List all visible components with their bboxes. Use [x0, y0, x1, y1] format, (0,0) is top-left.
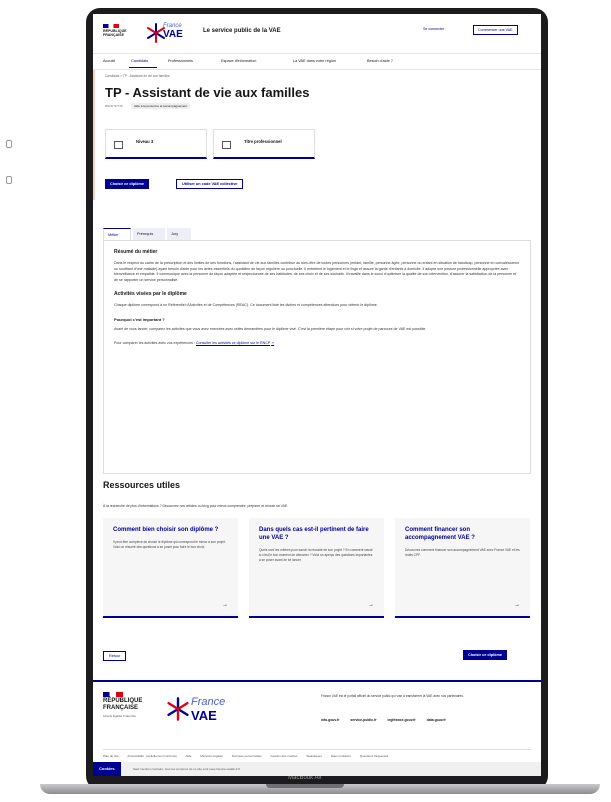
footer-bottom-link[interactable]: Nous contacter: [331, 754, 351, 758]
level-card: Niveau 3: [105, 129, 207, 159]
why-text: Avant de vous lancer, comparez les activ…: [114, 326, 427, 331]
nav-item-help[interactable]: Besoin d'aide ?: [367, 59, 393, 63]
resources-heading: Ressources utiles: [103, 480, 181, 490]
footer-devise: Liberté Égalité Fraternité: [103, 714, 136, 718]
tab-prerequis[interactable]: Prérequis: [133, 228, 165, 240]
marianne-flag-icon: [103, 692, 123, 697]
resource-card-title: Comment bien choisir son diplôme ?: [113, 527, 219, 533]
cookies-button[interactable]: Cookies: [93, 762, 121, 776]
category-tag: Aide à la personne et accompagnement: [131, 103, 191, 109]
tab-metier[interactable]: Métier: [103, 228, 131, 240]
arrow-right-icon: →: [222, 602, 228, 608]
page-title: TP - Assistant de vie aux familles: [105, 85, 310, 100]
footer-bottom-link[interactable]: Gestion des cookies: [270, 754, 297, 758]
nav-item-home[interactable]: Accueil: [103, 59, 115, 63]
rncp-link[interactable]: Consulter les activités ce diplôme sur l…: [196, 341, 270, 345]
summary-heading: Résumé du métier: [114, 249, 158, 255]
compare-text: Pour comparer les activités avec vos exp…: [114, 340, 195, 345]
arrow-right-icon: →: [514, 602, 520, 608]
footer-description: France VAE est le portail officiel du se…: [321, 694, 464, 698]
resource-card-desc: Découvrez comment financer son accompagn…: [405, 548, 520, 557]
footer-logo-vae: VAE: [191, 708, 217, 723]
diploma-type-label: Titre professionnel: [244, 139, 282, 144]
footer-partner-links: info.gouv.fr service-public.fr legifranc…: [321, 718, 456, 722]
diploma-type-card: Titre professionnel: [213, 129, 315, 159]
footer-bottom-links: Plan du site Accessibilité : partielleme…: [103, 749, 531, 758]
tab-panel-metier: Résumé du métier Dans le respect du cadr…: [103, 240, 531, 474]
resource-card-choose[interactable]: Comment bien choisir son diplôme ? Il pe…: [103, 518, 238, 618]
footer-bottom-link[interactable]: Aide: [186, 754, 192, 758]
footer-bottom-link[interactable]: Données personnelles: [232, 754, 262, 758]
nav-item-information[interactable]: Espace d'information: [221, 59, 256, 63]
france-vae-star-icon: [167, 697, 189, 721]
rncp-code: RNCP 37715: [105, 104, 123, 108]
footer-bottom-link[interactable]: Questions fréquentes: [360, 754, 389, 758]
back-button[interactable]: Retour: [103, 651, 127, 661]
footer-bottom-link[interactable]: Plan du site: [103, 754, 119, 758]
cookie-bar: Cookies Sauf mention contraire, tous les…: [93, 762, 541, 776]
nav-active-indicator: [129, 67, 157, 68]
compare-paragraph: Pour comparer les activités avec vos exp…: [114, 341, 520, 347]
level-icon: [114, 141, 123, 149]
footer-bottom-link[interactable]: Accessibilité : partiellement conforme: [127, 754, 177, 758]
resources-section: Ressources utiles À la recherche de plus…: [93, 476, 541, 680]
choose-diploma-button-bottom[interactable]: Choisir ce diplôme: [463, 650, 507, 660]
republique-francaise-logo: RÉPUBLIQUE FRANÇAISE: [103, 29, 127, 37]
level-label: Niveau 3: [136, 139, 154, 144]
arrow-right-icon: →: [368, 602, 374, 608]
footer-logo-france: France: [191, 696, 226, 708]
footer-link-legifrance[interactable]: legifrance.gouv.fr: [388, 718, 416, 722]
nav-item-region[interactable]: La VAE dans votre région: [293, 59, 336, 63]
marianne-flag-icon: [103, 24, 119, 28]
background-edge-icon: [6, 140, 12, 148]
why-heading: Pourquoi c'est important ?: [114, 316, 165, 322]
resource-card-relevance[interactable]: Dans quels cas est-il pertinent de faire…: [249, 518, 384, 618]
license-text: Sauf mention contraire, tous les contenu…: [133, 767, 240, 771]
footer-rf-line1: RÉPUBLIQUE: [103, 698, 143, 704]
footer-link-info[interactable]: info.gouv.fr: [321, 718, 339, 722]
tab-jury[interactable]: Jury: [167, 228, 191, 240]
collective-code-button[interactable]: Utiliser un code VAE collective: [176, 179, 244, 189]
summary-text: Dans le respect du cadre de la prescript…: [114, 261, 520, 282]
footer-link-service-public[interactable]: service-public.fr: [350, 718, 376, 722]
background-edge-icon: [6, 176, 12, 184]
footer-rf-logo: RÉPUBLIQUE FRANÇAISE: [103, 698, 142, 712]
breadcrumb[interactable]: Candidats > TP - Assistant de vie aux fa…: [105, 74, 170, 78]
activities-heading: Activités visées par le diplôme: [114, 291, 187, 298]
photo-stage: MacBook Air RÉPUBLIQUE FRANÇAISE France …: [0, 0, 611, 802]
start-vae-button[interactable]: Commencer une VAE: [473, 25, 518, 35]
nav-item-professionnels[interactable]: Professionnels: [168, 59, 193, 63]
login-button[interactable]: Se connecter: [423, 27, 444, 31]
site-header: RÉPUBLIQUE FRANÇAISE France VAE Le servi…: [93, 14, 541, 54]
footer-bottom-link[interactable]: Mentions légales: [200, 754, 223, 758]
resource-card-funding[interactable]: Comment financer son accompagnement VAE …: [395, 518, 530, 618]
resource-card-title: Dans quels cas est-il pertinent de faire…: [259, 527, 369, 541]
footer-link-data[interactable]: data.gouv.fr: [427, 718, 446, 722]
footer-bottom-link[interactable]: Statistiques: [306, 754, 322, 758]
diploma-hero: Candidats > TP - Assistant de vie aux fa…: [93, 70, 541, 200]
external-link-icon: ↗: [271, 340, 275, 345]
resource-card-desc: Il peut être complexe de choisir le dipl…: [113, 540, 226, 549]
certificate-icon: [222, 141, 231, 149]
site-title[interactable]: Le service public de la VAE: [203, 28, 281, 34]
footer-rf-line2: FRANÇAISE: [103, 705, 139, 711]
activities-text: Chaque diplôme correspond à un Référenti…: [114, 303, 378, 308]
resource-card-title: Comment financer son accompagnement VAE …: [405, 527, 475, 541]
main-nav: Accueil Candidats Professionnels Espace …: [93, 54, 541, 70]
resource-card-desc: Quels sont les critères pour savoir la r…: [259, 548, 373, 562]
choose-diploma-button[interactable]: Choisir ce diplôme: [105, 179, 149, 189]
logo-vae-text: VAE: [163, 29, 183, 40]
browser-screen: RÉPUBLIQUE FRANÇAISE France VAE Le servi…: [93, 14, 541, 776]
laptop-notch: [266, 784, 344, 788]
nav-item-candidats[interactable]: Candidats: [131, 59, 148, 63]
resources-intro: À la recherche de plus d'informations ? …: [103, 504, 289, 508]
